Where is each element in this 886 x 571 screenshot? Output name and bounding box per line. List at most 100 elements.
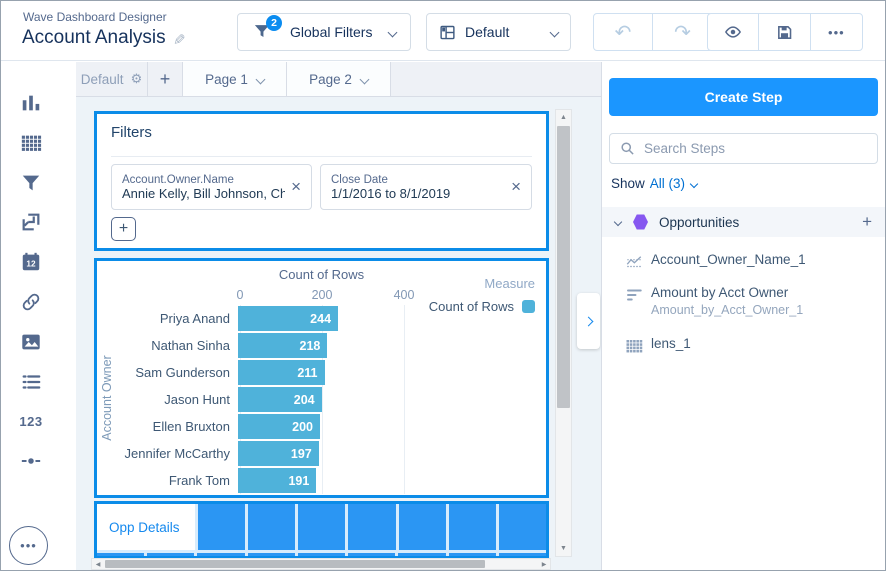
dataset-name: Opportunities (659, 214, 740, 230)
link-widget-icon (20, 291, 42, 313)
step-item-amount by acct owner[interactable]: Amount by Acct Owner Amount_by_Acct_Owner… (602, 278, 885, 329)
bar-value-label: 211 (297, 365, 318, 380)
undo-button[interactable]: ↶ (594, 14, 653, 50)
filter-chip-close-date[interactable]: Close Date 1/1/2016 to 8/1/2019 × (320, 164, 532, 210)
table-cell[interactable] (348, 504, 396, 550)
step-title: lens_1 (651, 336, 691, 351)
filters-widget-title: Filters (111, 124, 152, 141)
scroll-up-arrow[interactable]: ▲ (556, 110, 571, 125)
tab-page-2[interactable]: Page 2 (287, 62, 391, 96)
number-widget-button[interactable]: 123 (18, 408, 44, 434)
table-cell[interactable] (298, 504, 346, 550)
table-header-cell[interactable]: Opp Details (97, 504, 195, 550)
plus-icon: + (159, 68, 171, 89)
save-button[interactable] (759, 14, 811, 50)
x-axis-tick: 400 (393, 288, 415, 302)
bar-ellen-bruxton[interactable]: 200 (238, 414, 320, 439)
more-actions-button[interactable]: ••• (811, 14, 862, 50)
table-cell[interactable] (398, 504, 446, 550)
category-label: Ellen Bruxton (152, 419, 230, 434)
list-widget-icon (20, 371, 42, 393)
scroll-down-arrow[interactable]: ▼ (556, 541, 571, 556)
canvas-horizontal-scrollbar[interactable]: ◀ ▶ (91, 558, 551, 570)
category-label: Sam Gunderson (135, 365, 230, 380)
search-steps-input[interactable] (644, 141, 867, 156)
filter-chip-account-owner[interactable]: Account.Owner.Name Annie Kelly, Bill Joh… (111, 164, 312, 210)
category-label: Jennifer McCarthy (124, 446, 230, 461)
page-tab-label: Page 1 (205, 71, 248, 87)
more-widgets-button[interactable]: ••• (9, 526, 48, 565)
remove-filter-icon[interactable]: × (291, 177, 301, 197)
redo-button[interactable]: ↷ (653, 14, 712, 50)
add-filter-button[interactable]: + (111, 217, 136, 241)
container-widget-button[interactable] (18, 209, 44, 235)
tab-page-1[interactable]: Page 1 (183, 62, 287, 96)
step-item-lens_1[interactable]: lens_1 (602, 329, 885, 362)
show-all-dropdown[interactable]: All (3) (649, 176, 699, 191)
add-step-button[interactable]: + (862, 212, 872, 232)
bar-jennifer-mccarthy[interactable]: 197 (238, 441, 319, 466)
add-page-button[interactable]: + (148, 62, 183, 96)
table-cell[interactable] (448, 504, 496, 550)
bar-chart-widget[interactable]: Count of Rows 0 200 400 Measure Count of R… (94, 258, 549, 498)
scrollbar-thumb[interactable] (557, 126, 570, 408)
scrollbar-thumb[interactable] (105, 560, 485, 568)
canvas-vertical-scrollbar[interactable]: ▲ ▼ (555, 109, 572, 557)
global-filters-badge: 2 (266, 15, 282, 31)
scroll-right-arrow[interactable]: ▶ (538, 559, 550, 569)
dataset-section-opportunities[interactable]: Opportunities + (602, 207, 885, 237)
layout-select[interactable]: Default (426, 13, 571, 51)
ellipsis-icon: ••• (828, 24, 845, 40)
timeline-chart-icon (625, 253, 643, 271)
list-widget-button[interactable] (18, 369, 44, 395)
filter-field: Close Date (331, 173, 388, 186)
gear-icon: ⚙ (130, 71, 143, 86)
bar-jason-hunt[interactable]: 204 (238, 387, 322, 412)
link-widget-button[interactable] (18, 289, 44, 315)
eye-icon (723, 23, 743, 41)
bar-chart-widget-button[interactable] (18, 90, 44, 116)
bar-priya-anand[interactable]: 244 (238, 306, 339, 331)
bar-sam-gunderson[interactable]: 211 (238, 360, 325, 385)
filters-widget[interactable]: Filters Account.Owner.Name Annie Kelly, … (94, 111, 549, 251)
edit-title-icon[interactable]: ✎ (173, 31, 186, 49)
chart-y-axis-label: Account Owner (100, 355, 114, 441)
table-cell[interactable] (248, 504, 296, 550)
global-filters-button[interactable]: 2 Global Filters (237, 13, 411, 51)
create-step-button[interactable]: Create Step (609, 78, 878, 116)
layout-icon (439, 24, 456, 41)
step-subtitle: Amount_by_Acct_Owner_1 (651, 303, 804, 317)
save-icon (776, 24, 793, 41)
dashboard-title: Account Analysis (22, 27, 166, 48)
table-cell[interactable] (498, 504, 546, 550)
undo-redo-group: ↶ ↷ (593, 13, 713, 51)
bar-row: Frank Tom 191 (97, 467, 546, 494)
step-title: Amount by Acct Owner (651, 285, 789, 300)
search-icon (620, 141, 635, 156)
x-axis-tick: 0 (236, 288, 244, 302)
bar-value-label: 204 (293, 392, 315, 407)
image-widget-button[interactable] (18, 329, 44, 355)
tab-layout-default[interactable]: Default ⚙ (76, 62, 148, 96)
step-item-account_owner_name_1[interactable]: Account_Owner_Name_1 (602, 245, 885, 278)
dashboard-canvas: Filters Account.Owner.Name Annie Kelly, … (76, 97, 601, 570)
table-cell[interactable] (198, 504, 246, 550)
table-widget-button[interactable] (18, 130, 44, 156)
scroll-left-arrow[interactable]: ◀ (92, 559, 104, 569)
app-label: Wave Dashboard Designer (23, 10, 167, 24)
remove-filter-icon[interactable]: × (511, 177, 521, 197)
filter-widget-button[interactable] (18, 170, 44, 196)
search-steps-box[interactable] (609, 133, 878, 164)
bar-row: Ellen Bruxton 200 (97, 413, 546, 440)
legend-title: Measure (484, 276, 535, 291)
toggle-widget-button[interactable] (18, 448, 44, 474)
bar-frank-tom[interactable]: 191 (238, 468, 317, 493)
values-table-widget[interactable]: Opp Details (94, 501, 549, 559)
show-all-label: All (3) (649, 176, 686, 191)
preview-button[interactable] (708, 14, 760, 50)
bar-nathan-sinha[interactable]: 218 (238, 333, 328, 358)
date-widget-button[interactable]: 12 (18, 249, 44, 275)
expand-panel-handle[interactable] (577, 293, 600, 349)
bar-value-label: 197 (290, 446, 312, 461)
table-icon (625, 337, 643, 355)
